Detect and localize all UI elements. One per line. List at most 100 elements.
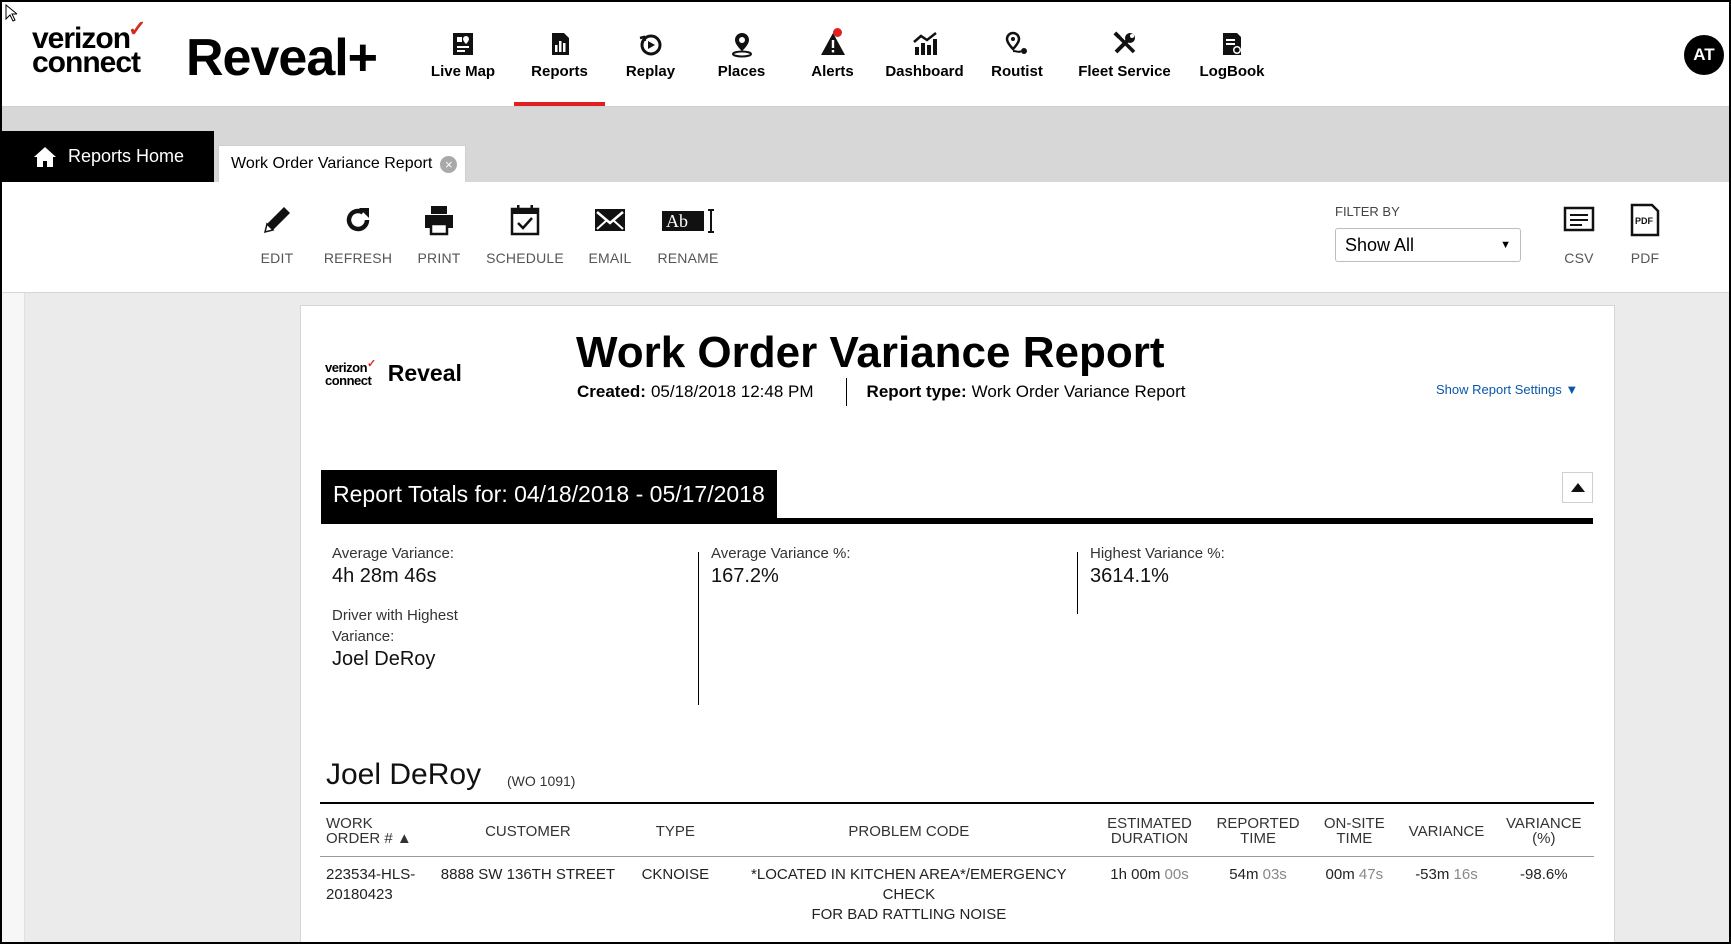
col-variance[interactable]: VARIANCE bbox=[1399, 803, 1493, 857]
avg-variance-pct-value: 167.2% bbox=[711, 565, 779, 587]
report-totals-header: Report Totals for: 04/18/2018 - 05/17/20… bbox=[321, 470, 1593, 524]
replay-icon bbox=[639, 34, 661, 56]
print-button[interactable]: PRINT bbox=[394, 202, 484, 266]
tab-reports-home[interactable]: Reports Home bbox=[2, 131, 214, 182]
nav-label: Replay bbox=[625, 63, 676, 80]
close-icon[interactable]: × bbox=[440, 155, 458, 173]
logbook-icon bbox=[1223, 33, 1241, 55]
user-avatar[interactable]: AT bbox=[1684, 35, 1724, 75]
map-icon bbox=[453, 33, 473, 55]
tab-label: Reports Home bbox=[68, 146, 185, 166]
col-onsite-time[interactable]: ON-SITE TIME bbox=[1309, 803, 1399, 857]
pencil-icon bbox=[263, 207, 290, 234]
created-label: Created: bbox=[577, 382, 646, 401]
stat-column-1: Average Variance: 4h 28m 46s Driver with… bbox=[332, 543, 692, 671]
stat-divider bbox=[1077, 552, 1078, 614]
report-viewport[interactable]: verizon✓ connect Reveal Work Order Varia… bbox=[2, 293, 1729, 942]
col-customer[interactable]: CUSTOMER bbox=[431, 803, 626, 857]
csv-file-icon bbox=[1563, 206, 1595, 232]
tool-label: EMAIL bbox=[588, 250, 632, 266]
report-title: Work Order Variance Report bbox=[576, 328, 1165, 377]
report-totals-title: Report Totals for: 04/18/2018 - 05/17/20… bbox=[321, 470, 777, 518]
cell-type: CKNOISE bbox=[641, 866, 710, 883]
meta-divider bbox=[845, 378, 847, 406]
app-window: verizon✓ connect Reveal+ Live Map Report… bbox=[0, 0, 1731, 944]
col-variance-pct[interactable]: VARIANCE (%) bbox=[1494, 803, 1594, 857]
cell-variance-pct: -98.6% bbox=[1520, 866, 1568, 883]
cell-estimated-duration: 1h 00m 00s bbox=[1110, 866, 1189, 883]
report-toolbar: EDIT REFRESH PRINT SCHEDULE EMAIL Ab REN… bbox=[2, 182, 1729, 293]
report-type-value: Work Order Variance Report bbox=[971, 382, 1186, 401]
cell-onsite-time: 00m 47s bbox=[1325, 866, 1384, 883]
driver-highest-value: Joel DeRoy bbox=[332, 648, 436, 670]
alert-badge bbox=[833, 28, 842, 37]
table-row[interactable]: 223534-HLS- 20180423 8888 SW 136TH STREET… bbox=[320, 857, 1594, 934]
refresh-button[interactable]: REFRESH bbox=[313, 202, 403, 266]
driver-highest-label: Driver with Highest Variance: bbox=[332, 607, 458, 645]
mouse-cursor-icon bbox=[5, 4, 17, 22]
rename-icon: Ab bbox=[662, 209, 714, 233]
avg-variance-value: 4h 28m 46s bbox=[332, 565, 437, 587]
created-value: 05/18/2018 12:48 PM bbox=[650, 382, 814, 401]
tool-label: PRINT bbox=[417, 250, 461, 266]
verizon-connect-logo[interactable]: verizon✓ connect bbox=[32, 18, 147, 78]
tool-label: RENAME bbox=[657, 250, 719, 266]
nav-label: Live Map bbox=[430, 63, 496, 80]
cell-work-order: 223534-HLS- 20180423 bbox=[326, 866, 416, 903]
left-gutter bbox=[2, 293, 25, 942]
calendar-check-icon bbox=[510, 205, 540, 236]
tool-label: REFRESH bbox=[323, 250, 393, 266]
nav-label: Routist bbox=[991, 63, 1043, 80]
col-reported-time[interactable]: REPORTED TIME bbox=[1207, 803, 1309, 857]
nav-dashboard[interactable]: Dashboard bbox=[878, 2, 971, 106]
avg-variance-label: Average Variance: bbox=[332, 545, 455, 562]
nav-alerts[interactable]: Alerts bbox=[787, 2, 878, 106]
nav-places[interactable]: Places bbox=[696, 2, 787, 106]
col-problem-code[interactable]: PROBLEM CODE bbox=[726, 803, 1093, 857]
schedule-button[interactable]: SCHEDULE bbox=[480, 202, 570, 266]
nav-label: Reports bbox=[531, 63, 588, 80]
col-estimated-duration[interactable]: ESTIMATED DURATION bbox=[1092, 803, 1207, 857]
stat-column-3: Highest Variance %: 3614.1% bbox=[1090, 543, 1450, 588]
stat-column-2: Average Variance %: 167.2% bbox=[711, 543, 1071, 588]
report-meta: Created: 05/18/2018 12:48 PM Report type… bbox=[577, 378, 1186, 406]
show-report-settings-link[interactable]: Show Report Settings ▼ bbox=[1436, 382, 1578, 397]
col-work-order[interactable]: WORK ORDER # ▲ bbox=[320, 803, 431, 857]
cell-reported-time: 54m 03s bbox=[1229, 866, 1287, 883]
nav-live-map[interactable]: Live Map bbox=[412, 2, 514, 106]
envelope-icon bbox=[595, 209, 625, 231]
nav-reports[interactable]: Reports bbox=[514, 2, 605, 106]
nav-label: Dashboard bbox=[885, 63, 964, 80]
highest-variance-pct-label: Highest Variance %: bbox=[1090, 545, 1225, 562]
cell-problem-code: *LOCATED IN KITCHEN AREA*/EMERGENCY CHEC… bbox=[751, 866, 1067, 923]
tool-label: CSV bbox=[1564, 250, 1594, 266]
filter-select[interactable]: Show All ▼ bbox=[1335, 228, 1521, 262]
nav-routist[interactable]: Routist bbox=[971, 2, 1063, 106]
rename-button[interactable]: Ab RENAME bbox=[643, 202, 733, 266]
verizon-connect-mini-logo: verizon✓ connect bbox=[325, 357, 376, 388]
top-navigation-bar: verizon✓ connect Reveal+ Live Map Report… bbox=[2, 2, 1729, 107]
dashboard-icon bbox=[912, 32, 937, 55]
printer-icon bbox=[425, 206, 453, 236]
edit-button[interactable]: EDIT bbox=[232, 202, 322, 266]
work-order-table: WORK ORDER # ▲ CUSTOMER TYPE PROBLEM CODE… bbox=[320, 802, 1594, 933]
highest-variance-pct-value: 3614.1% bbox=[1090, 565, 1169, 587]
nav-logbook[interactable]: LogBook bbox=[1186, 2, 1278, 106]
home-icon bbox=[34, 146, 56, 167]
email-button[interactable]: EMAIL bbox=[565, 202, 655, 266]
main-nav: Live Map Reports Replay Places Alerts Da… bbox=[412, 2, 1278, 106]
pdf-icon-glyph: PDF bbox=[1635, 216, 1654, 226]
nav-replay[interactable]: Replay bbox=[605, 2, 696, 106]
rename-icon-glyph: Ab bbox=[666, 211, 688, 231]
avg-variance-pct-label: Average Variance %: bbox=[711, 545, 851, 562]
tab-work-order-variance-report[interactable]: Work Order Variance Report × bbox=[218, 145, 467, 182]
col-type[interactable]: TYPE bbox=[625, 803, 725, 857]
tool-label: SCHEDULE bbox=[486, 250, 564, 266]
tool-label: PDF bbox=[1630, 250, 1660, 266]
cell-variance: -53m 16s bbox=[1415, 866, 1478, 883]
pdf-button[interactable]: PDF PDF bbox=[1600, 202, 1690, 266]
nav-fleet-service[interactable]: Fleet Service bbox=[1063, 2, 1186, 106]
driver-work-order-count: (WO 1091) bbox=[507, 773, 576, 789]
collapse-button[interactable] bbox=[1562, 472, 1593, 503]
nav-label: Places bbox=[717, 63, 766, 80]
